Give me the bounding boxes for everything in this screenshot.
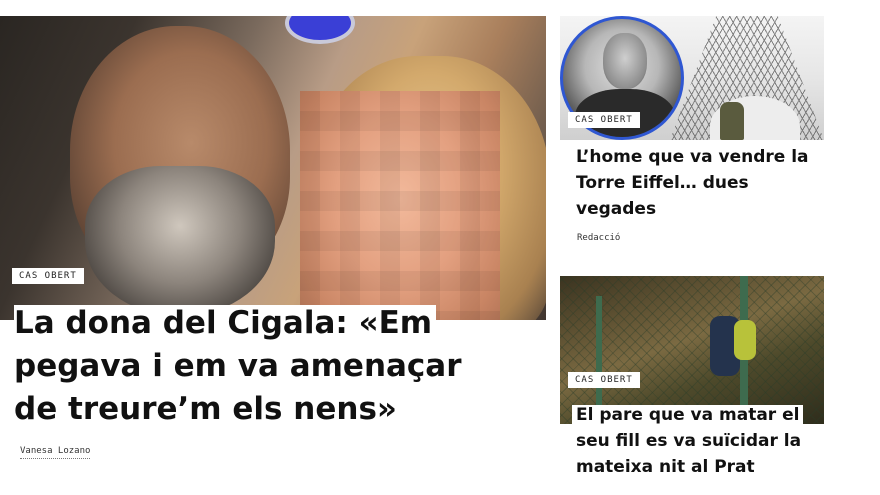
pixelated-face: [300, 91, 500, 320]
main-story-headline[interactable]: La dona del Cigala: «Em pegava i em va a…: [14, 302, 514, 431]
side-story-1-tag[interactable]: CAS OBERT: [568, 112, 640, 128]
side-story-2-tag[interactable]: CAS OBERT: [568, 372, 640, 388]
side-story-1-headline[interactable]: L’home que va vendre la Torre Eiffel… du…: [576, 144, 826, 222]
main-story-headline-text[interactable]: La dona del Cigala: «Em pegava i em va a…: [14, 305, 466, 427]
side-story-2-headline-text[interactable]: El pare que va matar el seu fill es va s…: [572, 405, 806, 477]
person-in-vest: [734, 320, 756, 360]
main-story-tag[interactable]: CAS OBERT: [12, 268, 84, 284]
soldier: [720, 102, 744, 140]
sunglasses: [285, 16, 355, 44]
side-story-2-headline[interactable]: El pare que va matar el seu fill es va s…: [572, 402, 822, 480]
side-story-1-author[interactable]: Redacció: [577, 233, 620, 245]
man-beard: [85, 166, 275, 316]
main-story-author[interactable]: Vanesa Lozano: [20, 446, 91, 459]
portrait-head: [603, 33, 647, 89]
